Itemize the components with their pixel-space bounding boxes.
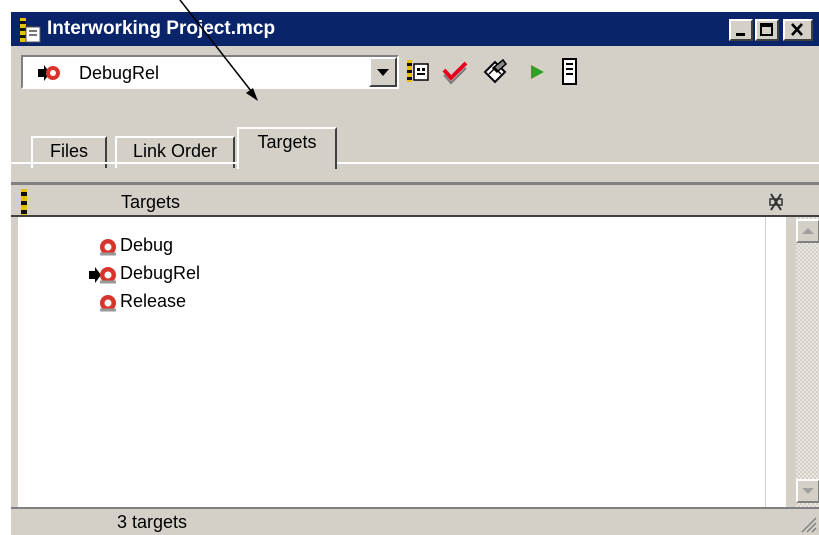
link-column-icon[interactable] — [768, 192, 784, 212]
tab-targets[interactable]: Targets — [237, 127, 337, 169]
target-icon — [100, 239, 116, 256]
minimize-button[interactable] — [729, 19, 753, 41]
status-text: 3 targets — [117, 512, 188, 532]
close-button[interactable] — [783, 19, 813, 41]
current-target-icon — [38, 65, 60, 81]
chevron-down-icon — [377, 69, 389, 76]
tab-strip: Files Link Order Targets — [11, 96, 819, 169]
target-select-arrow[interactable] — [369, 57, 397, 87]
title-bar[interactable]: Interworking Project.mcp — [11, 12, 819, 46]
project-file-icon — [20, 18, 41, 43]
target-select[interactable]: DebugRel — [21, 55, 399, 89]
tab-divider — [11, 162, 819, 164]
check-syntax-icon[interactable] — [441, 56, 469, 86]
list-item-label: Release — [120, 291, 187, 311]
resize-grip-icon[interactable] — [799, 515, 817, 533]
target-settings-icon[interactable] — [404, 56, 432, 86]
list-top-border — [11, 182, 819, 185]
scroll-up-button[interactable] — [796, 219, 819, 243]
minimize-icon — [736, 33, 745, 36]
tab-link-order-label: Link Order — [132, 141, 218, 161]
list-item-label: DebugRel — [120, 263, 201, 283]
targets-column-header[interactable]: Targets — [121, 190, 180, 214]
target-select-value: DebugRel — [79, 63, 160, 83]
vertical-scrollbar[interactable] — [796, 217, 819, 507]
scroll-down-button[interactable] — [796, 479, 819, 503]
close-icon — [791, 23, 803, 36]
target-icon — [100, 295, 116, 312]
targets-list: Debug DebugRel Release — [18, 217, 786, 507]
column-divider — [765, 217, 766, 507]
run-icon[interactable] — [523, 56, 551, 86]
chevron-up-icon — [802, 228, 814, 234]
project-window: Interworking Project.mcp DebugRel Files … — [9, 10, 819, 535]
list-item-label: Debug — [120, 235, 174, 255]
current-target-icon — [89, 267, 116, 284]
debug-icon[interactable] — [555, 56, 583, 86]
status-bar: 3 targets — [11, 507, 819, 535]
maximize-button[interactable] — [755, 19, 779, 41]
chevron-down-icon — [802, 488, 814, 494]
window-title: Interworking Project.mcp — [47, 18, 276, 39]
tab-targets-label: Targets — [257, 132, 317, 152]
maximize-icon — [760, 23, 773, 36]
make-icon[interactable] — [481, 56, 509, 86]
toolbar: DebugRel — [11, 46, 819, 96]
tab-files-label: Files — [49, 141, 88, 161]
target-stripe-icon — [21, 189, 27, 215]
